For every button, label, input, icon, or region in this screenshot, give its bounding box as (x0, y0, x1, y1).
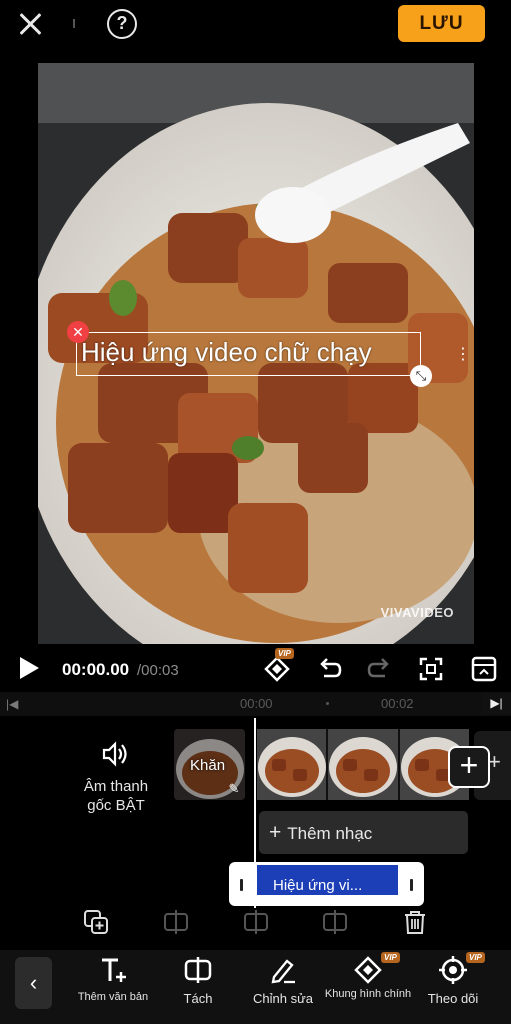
fullscreen-button[interactable] (417, 655, 445, 683)
watermark: VIVAVIDEO (380, 605, 454, 620)
clip-label: Khăn (190, 757, 226, 774)
original-audio-toggle[interactable] (100, 740, 130, 768)
video-preview[interactable]: VIVAVIDEO Hiệu ứng video chữ chạy ✕ ⤡ ⋮ (38, 63, 474, 644)
vip-badge: VIP (466, 952, 485, 963)
target-icon (438, 955, 468, 985)
clip-frame (328, 729, 398, 800)
add-text-icon (98, 955, 128, 985)
overlay-text: Hiệu ứng video chữ chạy (81, 337, 372, 367)
ruler-label: 00:00 (240, 696, 273, 711)
back-button[interactable]: ‹ (15, 957, 52, 1009)
toolbar-tracking[interactable]: VIP Theo dõi (408, 952, 498, 1006)
fullscreen-icon (419, 657, 443, 681)
redo-icon (367, 658, 389, 678)
playhead[interactable] (254, 718, 256, 908)
duplicate-button[interactable] (82, 908, 110, 936)
split-right-button (321, 908, 349, 936)
plus-icon: + (269, 821, 282, 844)
split-icon (183, 955, 213, 985)
text-track-clip[interactable]: Hiệu ứng vi... (229, 862, 424, 906)
close-button[interactable] (14, 9, 46, 39)
toolbar-split[interactable]: Tách (153, 955, 243, 1006)
help-button[interactable]: ? (107, 9, 137, 39)
pen-icon: ✎ (228, 781, 240, 796)
collapse-panel-icon (471, 656, 497, 682)
edit-pen-icon (268, 955, 298, 985)
original-audio-label[interactable]: Âm thanh gốc BẬT (62, 777, 170, 815)
add-music-button[interactable]: + Thêm nhạc (259, 811, 468, 854)
redo-button[interactable] (366, 655, 394, 683)
speaker-icon (102, 741, 127, 767)
delete-text-icon[interactable]: ✕ (67, 321, 89, 343)
collapse-button[interactable] (470, 655, 498, 683)
undo-button[interactable] (315, 655, 343, 683)
trim-handle-right[interactable] (410, 879, 413, 891)
toolbar-edit[interactable]: Chỉnh sửa (238, 955, 328, 1006)
trim-handle-left[interactable] (240, 879, 243, 891)
duplicate-icon (84, 910, 108, 934)
undo-icon (320, 658, 342, 678)
clip-frame (257, 729, 327, 800)
split-button (242, 908, 270, 936)
divider (73, 19, 75, 28)
side-handle-icon[interactable]: ⋮ (455, 344, 471, 364)
split-left-icon (164, 910, 188, 934)
transition-clip[interactable]: Khăn ✎ (174, 729, 245, 800)
toolbar-keyframe[interactable]: VIP Khung hình chính (323, 952, 413, 1001)
save-button[interactable]: LƯU (398, 5, 485, 42)
video-clip[interactable] (257, 729, 469, 800)
keyframe-icon (264, 656, 290, 682)
total-time: /00:03 (137, 662, 179, 679)
play-button[interactable] (20, 657, 39, 679)
vip-badge: VIP (275, 648, 294, 659)
keyframe-icon (353, 955, 383, 985)
jump-to-end-icon[interactable]: ▶| (482, 693, 511, 714)
split-icon (244, 910, 268, 934)
add-clip-button[interactable]: + (448, 746, 490, 788)
jump-to-start-icon[interactable]: |◀ (6, 697, 18, 711)
current-time: 00:00.00 (62, 660, 130, 679)
ruler-label: 00:02 (381, 696, 414, 711)
split-left-button (162, 908, 190, 936)
trash-icon (405, 911, 425, 934)
keyframe-button[interactable]: VIP (263, 648, 294, 683)
split-right-icon (323, 910, 347, 934)
resize-rotate-icon[interactable]: ⤡ (410, 365, 432, 387)
text-overlay-box[interactable]: Hiệu ứng video chữ chạy ✕ ⤡ (67, 321, 432, 387)
ruler-tick (326, 702, 329, 705)
vip-badge: VIP (381, 952, 400, 963)
delete-button[interactable] (401, 908, 429, 936)
text-clip-label: Hiệu ứng vi... (257, 865, 398, 895)
toolbar-add-text[interactable]: Thêm văn bản (68, 955, 158, 1004)
timeline-ruler[interactable]: 00:00 00:02 (0, 692, 511, 716)
